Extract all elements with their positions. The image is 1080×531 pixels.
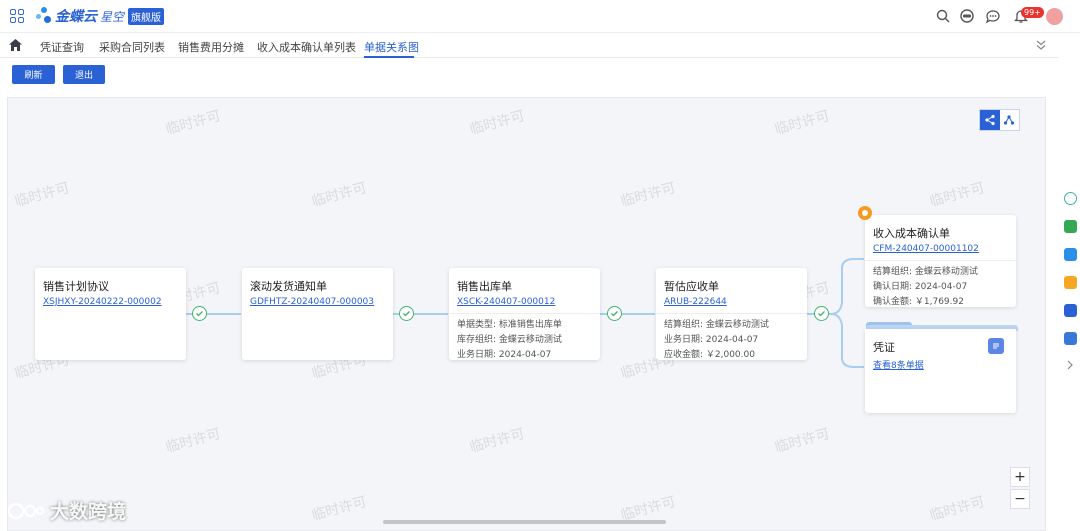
check-circle-icon <box>192 306 207 321</box>
watermark: 临时许可 <box>13 179 72 210</box>
user-avatar[interactable] <box>1046 8 1063 25</box>
node-field: 单据类型: 标准销售出库单 <box>457 320 562 330</box>
home-icon[interactable] <box>9 39 22 51</box>
horizontal-scrollbar[interactable] <box>383 520 666 524</box>
watermark: 临时许可 <box>164 107 223 138</box>
brand-logo-icon <box>8 502 44 519</box>
node-code-link[interactable]: XSJHXY-20240222-000002 <box>43 297 178 307</box>
node-field: 应收金额: ￥2,000.00 <box>664 350 755 360</box>
node-field: 结算组织: 金蝶云移动测试 <box>664 320 769 330</box>
edition-badge: 旗舰版 <box>128 7 165 25</box>
node-field: 库存组织: 金蝶云移动测试 <box>457 335 562 345</box>
divider <box>449 313 600 314</box>
node-field: 业务日期: 2024-04-07 <box>664 335 759 345</box>
node-sales-plan[interactable]: 销售计划协议 XSJHXY-20240222-000002 <box>35 268 186 360</box>
chevron-right-icon[interactable] <box>1066 360 1074 370</box>
node-title: 收入成本确认单 <box>873 227 950 240</box>
divider <box>656 313 807 314</box>
zoom-out-button[interactable]: − <box>1010 489 1030 509</box>
branch-connector <box>830 258 864 368</box>
watermark: 临时许可 <box>619 179 678 210</box>
watermark: 临时许可 <box>310 179 369 210</box>
app-grid-icon[interactable] <box>10 9 24 23</box>
tab-purchase-contracts[interactable]: 采购合同列表 <box>99 39 165 55</box>
logo-mark-icon <box>36 7 52 25</box>
active-tab-indicator <box>364 56 414 58</box>
chat-icon[interactable] <box>1064 332 1077 345</box>
node-title: 销售计划协议 <box>43 280 109 293</box>
node-estimated-receivable[interactable]: 暂估应收单 ARUB-222644 结算组织: 金蝶云移动测试 业务日期: 20… <box>656 268 807 360</box>
zoom-in-button[interactable]: + <box>1010 467 1030 487</box>
watermark: 临时许可 <box>928 493 987 524</box>
brand-watermark: 大数跨境 <box>8 497 126 524</box>
node-title: 销售出库单 <box>457 280 512 293</box>
tab-document-relation[interactable]: 单据关系图 <box>364 39 419 55</box>
node-title: 滚动发货通知单 <box>250 280 327 293</box>
node-code-link[interactable]: GDFHTZ-20240407-000003 <box>250 297 385 307</box>
horizontal-layout-icon[interactable] <box>980 110 1000 130</box>
node-code-link[interactable]: XSCK-240407-000012 <box>457 297 592 307</box>
logo-sub: 星空 <box>100 9 125 24</box>
help-icon[interactable] <box>1064 248 1077 261</box>
document-icon[interactable] <box>988 338 1004 354</box>
tab-bar: 凭证查询 采购合同列表 销售费用分摊 收入成本确认单列表 单据关系图 <box>0 33 1058 58</box>
node-field: 确认日期: 2024-04-07 <box>873 282 968 292</box>
vertical-layout-icon[interactable] <box>1000 110 1020 130</box>
watermark: 临时许可 <box>773 107 832 138</box>
node-shipping-notice[interactable]: 滚动发货通知单 GDFHTZ-20240407-000003 <box>242 268 393 360</box>
node-field: 确认金额: ￥1,769.92 <box>873 297 964 307</box>
watermark: 临时许可 <box>773 425 832 456</box>
node-code-link[interactable]: ARUB-222644 <box>664 297 799 307</box>
node-title: 暂估应收单 <box>664 280 719 293</box>
tab-revenue-confirm-list[interactable]: 收入成本确认单列表 <box>257 39 356 55</box>
contact-icon[interactable] <box>1064 220 1077 233</box>
notification-badge: 99+ <box>1021 7 1044 18</box>
current-node-pin-icon <box>858 206 872 220</box>
exit-button[interactable]: 退出 <box>63 65 105 84</box>
watermark: 临时许可 <box>164 425 223 456</box>
watermark: 临时许可 <box>468 425 527 456</box>
node-sales-outbound[interactable]: 销售出库单 XSCK-240407-000012 单据类型: 标准销售出库单 库… <box>449 268 600 360</box>
check-circle-icon <box>399 306 414 321</box>
chevron-double-down-icon[interactable] <box>1035 39 1047 51</box>
top-header: 金蝶云 星空 旗舰版 99+ <box>0 0 1080 33</box>
share-icon[interactable] <box>1064 304 1077 317</box>
refresh-button[interactable]: 刷新 <box>12 65 55 84</box>
logo-text: 金蝶云 <box>55 9 97 25</box>
view-documents-link[interactable]: 查看8条单据 <box>873 358 1008 371</box>
kingdee-logo[interactable]: 金蝶云 星空 旗舰版 <box>36 6 165 26</box>
search-icon[interactable] <box>935 8 951 24</box>
watermark: 临时许可 <box>310 493 369 524</box>
relation-graph-canvas[interactable]: 临时许可 临时许可 临时许可 临时许可 临时许可 临时许可 临时许可 临时许可 … <box>7 97 1046 531</box>
divider <box>865 260 1016 261</box>
check-circle-icon <box>607 306 622 321</box>
watermark: 临时许可 <box>928 179 987 210</box>
node-revenue-confirm[interactable]: 收入成本确认单 CFM-240407-00001102 结算组织: 金蝶云移动测… <box>865 215 1016 307</box>
node-field: 业务日期: 2024-04-07 <box>457 350 552 360</box>
node-code-link[interactable]: CFM-240407-00001102 <box>873 244 1008 254</box>
view-toggle <box>979 109 1020 131</box>
feedback-icon[interactable] <box>1064 276 1077 289</box>
tab-voucher-query[interactable]: 凭证查询 <box>40 39 84 55</box>
watermark: 临时许可 <box>468 107 527 138</box>
service-icon[interactable] <box>959 8 975 24</box>
tab-sales-expense[interactable]: 销售费用分摊 <box>178 39 244 55</box>
check-circle-icon <box>814 306 829 321</box>
message-icon[interactable] <box>985 8 1001 24</box>
node-field: 结算组织: 金蝶云移动测试 <box>873 267 978 277</box>
chat-bot-icon[interactable] <box>1064 192 1077 205</box>
brand-text: 大数跨境 <box>50 501 127 523</box>
